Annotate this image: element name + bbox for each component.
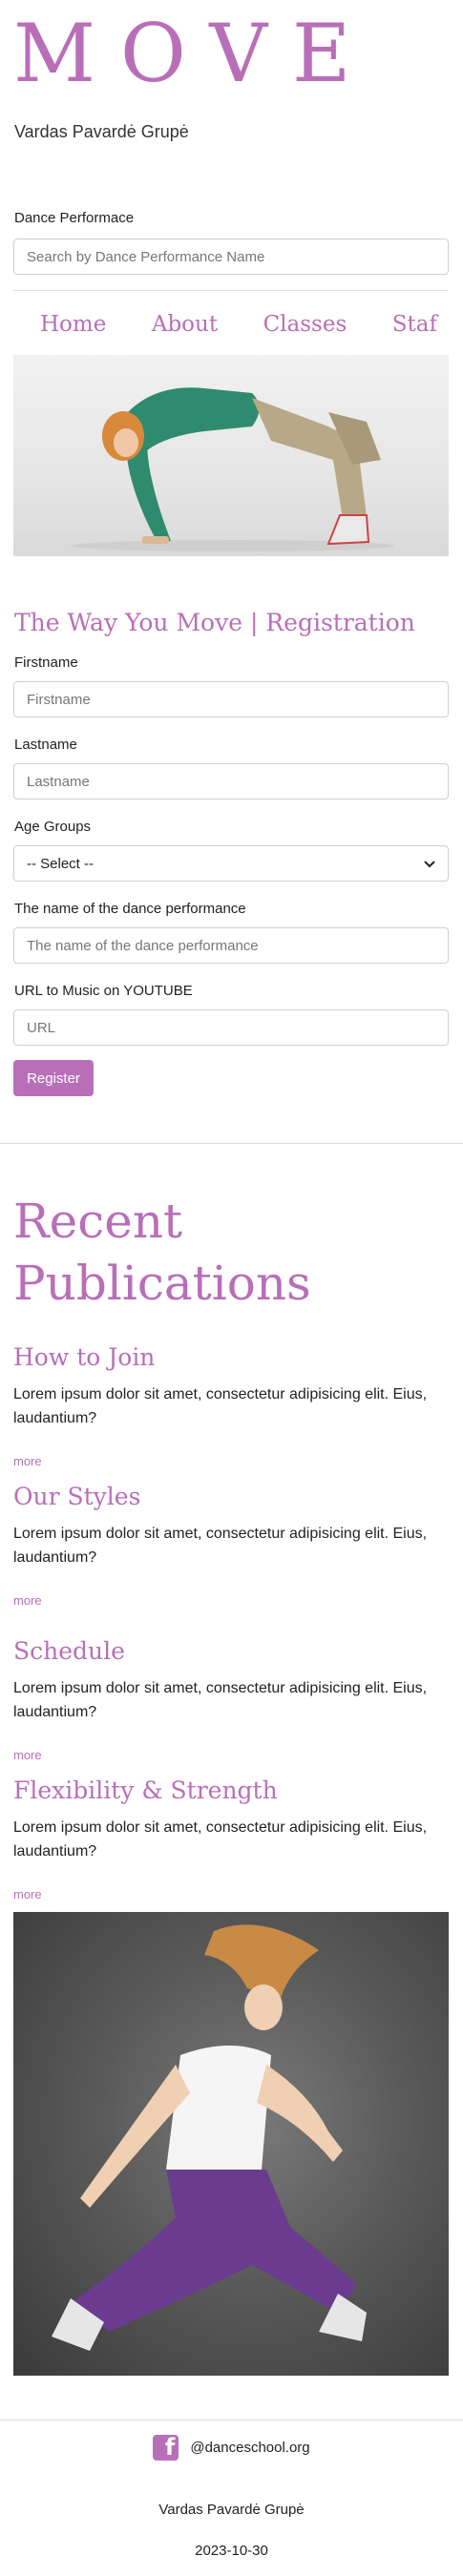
registration-title: The Way You Move | Registration	[14, 609, 415, 636]
nav-about[interactable]: About	[152, 312, 218, 337]
lastname-field[interactable]	[13, 763, 449, 800]
page: MOVE Vardas Pavardė Grupė Dance Performa…	[0, 0, 463, 2576]
nav-classes[interactable]: Classes	[263, 312, 347, 337]
section-divider	[0, 1143, 463, 1144]
nav-staf[interactable]: Staf	[392, 312, 437, 337]
publication-title: Schedule	[13, 1637, 125, 1665]
publication-title: How to Join	[13, 1343, 156, 1371]
breakdancer-illustration	[71, 387, 395, 551]
performance-name-field[interactable]	[13, 927, 449, 964]
footer-date: 2023-10-30	[195, 2543, 268, 2559]
publications-title: Recent Publications	[13, 1194, 311, 1311]
publication-title: Our Styles	[13, 1483, 141, 1510]
hero-image	[13, 355, 449, 556]
brand-logo[interactable]: MOVE	[13, 13, 375, 93]
publication-text: Lorem ipsum dolor sit amet, consectetur …	[13, 1386, 428, 1426]
facebook-icon[interactable]: f	[153, 2435, 179, 2461]
music-url-label: URL to Music on YOUTUBE	[14, 983, 193, 999]
nav-home[interactable]: Home	[40, 312, 106, 337]
age-groups-selected: -- Select --	[27, 855, 95, 872]
age-groups-select[interactable]: -- Select --	[13, 845, 449, 882]
publication-item: Our Styles Lorem ipsum dolor sit amet, c…	[13, 1482, 449, 1608]
performance-name-label: The name of the dance performance	[14, 901, 246, 917]
more-link[interactable]: more	[13, 1593, 449, 1608]
publication-text: Lorem ipsum dolor sit amet, consectetur …	[13, 1819, 428, 1859]
dancer-photo	[13, 1912, 449, 2376]
footer-social: f @danceschool.org	[0, 2435, 463, 2461]
publication-item: How to Join Lorem ipsum dolor sit amet, …	[13, 1342, 449, 1468]
search-label: Dance Performace	[14, 210, 135, 226]
brand-subtitle: Vardas Pavardė Grupė	[14, 122, 189, 141]
publication-title: Flexibility & Strength	[13, 1776, 278, 1804]
nav-divider	[13, 290, 449, 291]
music-url-field[interactable]	[13, 1009, 449, 1046]
age-groups-label: Age Groups	[14, 819, 92, 835]
more-link[interactable]: more	[13, 1748, 449, 1762]
publication-item: Schedule Lorem ipsum dolor sit amet, con…	[13, 1636, 449, 1762]
main-nav: Home About Classes Staf	[13, 305, 449, 343]
register-button[interactable]: Register	[13, 1060, 94, 1096]
footer-name: Vardas Pavardė Grupė	[158, 2502, 305, 2518]
firstname-field[interactable]	[13, 681, 449, 717]
search-input[interactable]	[13, 239, 449, 275]
firstname-label: Firstname	[14, 654, 78, 671]
lastname-label: Lastname	[14, 737, 77, 753]
publication-item: Flexibility & Strength Lorem ipsum dolor…	[13, 1776, 449, 1901]
chevron-down-icon	[424, 856, 435, 872]
more-link[interactable]: more	[13, 1887, 449, 1901]
publication-text: Lorem ipsum dolor sit amet, consectetur …	[13, 1680, 428, 1720]
jumping-dancer-illustration	[52, 1924, 367, 2351]
social-handle[interactable]: @danceschool.org	[190, 2440, 309, 2456]
publication-text: Lorem ipsum dolor sit amet, consectetur …	[13, 1526, 428, 1566]
more-link[interactable]: more	[13, 1454, 449, 1468]
